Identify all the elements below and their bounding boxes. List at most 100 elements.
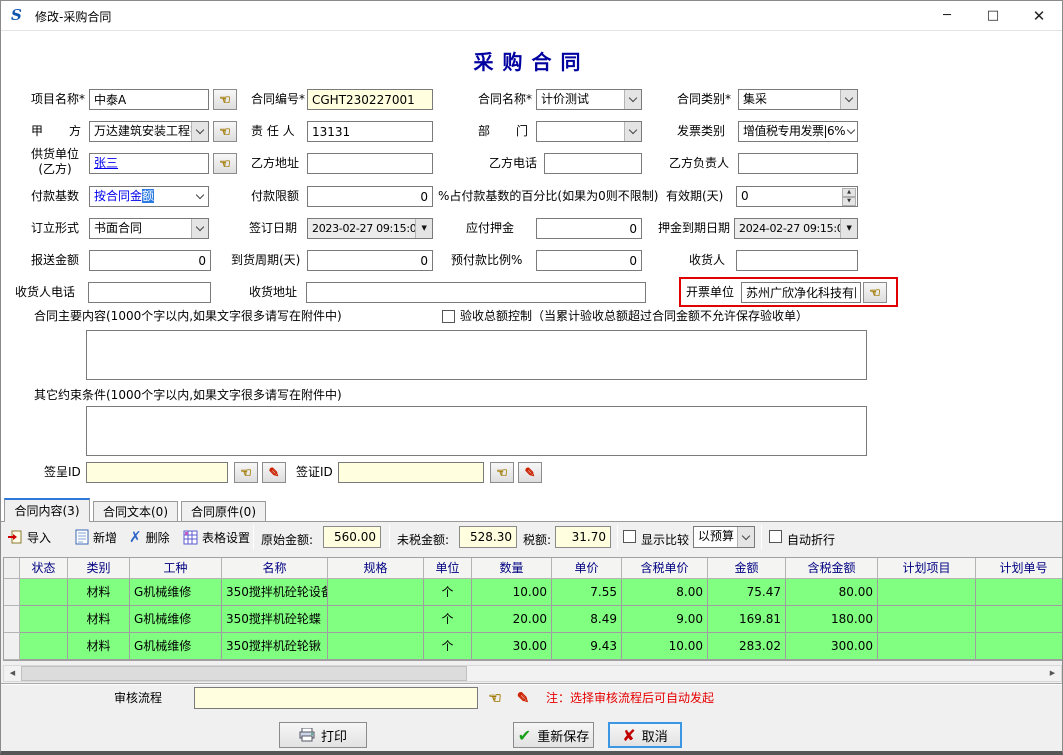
qiancheng-lookup-button[interactable]: ☜: [234, 462, 258, 483]
cell[interactable]: [976, 633, 1062, 660]
resave-button[interactable]: ✔ 重新保存: [513, 722, 594, 748]
supplier-input[interactable]: 张三: [89, 153, 209, 174]
tab-contract-original[interactable]: 合同原件(0): [181, 501, 266, 521]
column-header[interactable]: 数量: [472, 558, 552, 579]
cell[interactable]: [878, 606, 976, 633]
cell[interactable]: G机械维修: [130, 579, 222, 606]
supplier-lookup-button[interactable]: ☜: [213, 153, 237, 174]
cell[interactable]: G机械维修: [130, 606, 222, 633]
cell[interactable]: 10.00: [472, 579, 552, 606]
table-settings-button[interactable]: 表格设置: [183, 525, 250, 549]
row-selector[interactable]: [4, 579, 20, 606]
cell[interactable]: 材料: [68, 579, 130, 606]
spinner[interactable]: ▲▼: [842, 188, 856, 205]
autowrap-checkbox[interactable]: [769, 530, 782, 543]
minimize-button[interactable]: ─: [924, 1, 970, 31]
cell[interactable]: 20.00: [472, 606, 552, 633]
cell[interactable]: [878, 579, 976, 606]
cell[interactable]: 350搅拌机砼轮蝶: [222, 606, 328, 633]
column-header[interactable]: 金额: [708, 558, 786, 579]
cell[interactable]: [328, 579, 424, 606]
qianzheng-edit-button[interactable]: ✎: [518, 462, 542, 483]
invoice-unit-input[interactable]: [741, 282, 861, 303]
project-name-input[interactable]: [89, 89, 209, 110]
contract-no-input[interactable]: [307, 89, 433, 110]
cell[interactable]: 7.55: [552, 579, 622, 606]
maximize-button[interactable]: □: [970, 1, 1016, 31]
qianzheng-lookup-button[interactable]: ☜: [490, 462, 514, 483]
workflow-edit-button[interactable]: ✎: [511, 688, 535, 709]
cell[interactable]: 350搅拌机砼轮锹: [222, 633, 328, 660]
contract-name-select[interactable]: 计价测试: [536, 89, 642, 110]
column-header[interactable]: 单价: [552, 558, 622, 579]
column-header[interactable]: 计划项目: [878, 558, 976, 579]
print-button[interactable]: 打印: [279, 722, 367, 748]
show-compare-checkbox[interactable]: [623, 530, 636, 543]
cell[interactable]: 75.47: [708, 579, 786, 606]
sign-date-picker[interactable]: 2023-02-27 09:15:0 ▼: [307, 218, 433, 239]
close-button[interactable]: ✕: [1016, 1, 1062, 31]
other-terms-textarea[interactable]: [86, 406, 867, 456]
cell[interactable]: [878, 633, 976, 660]
column-header[interactable]: 单位: [424, 558, 472, 579]
table-row[interactable]: 材料G机械维修350搅拌机砼轮蝶个20.008.499.00169.81180.…: [4, 606, 1062, 633]
cell[interactable]: 9.43: [552, 633, 622, 660]
receive-address-input[interactable]: [306, 282, 646, 303]
qiancheng-edit-button[interactable]: ✎: [262, 462, 286, 483]
responsible-input[interactable]: [307, 121, 433, 142]
column-header[interactable]: 含税单价: [622, 558, 708, 579]
delete-row-button[interactable]: ✗ 删除: [129, 525, 170, 549]
prepay-ratio-input[interactable]: [536, 250, 642, 271]
cell[interactable]: [20, 633, 68, 660]
party-a-lookup-button[interactable]: ☜: [213, 121, 237, 142]
receiver-input[interactable]: [736, 250, 858, 271]
column-header[interactable]: 工种: [130, 558, 222, 579]
cell[interactable]: 180.00: [786, 606, 878, 633]
cell[interactable]: G机械维修: [130, 633, 222, 660]
main-content-textarea[interactable]: [86, 330, 867, 380]
receiver-phone-input[interactable]: [88, 282, 211, 303]
party-b-manager-input[interactable]: [738, 153, 858, 174]
cell[interactable]: 283.02: [708, 633, 786, 660]
workflow-input[interactable]: [194, 687, 478, 709]
cell[interactable]: 30.00: [472, 633, 552, 660]
cell[interactable]: 9.00: [622, 606, 708, 633]
delivery-cycle-input[interactable]: [307, 250, 433, 271]
scroll-left-button[interactable]: ◀: [4, 666, 21, 681]
cell[interactable]: 10.00: [622, 633, 708, 660]
deposit-due-picker[interactable]: 2024-02-27 09:15:0 ▼: [734, 218, 858, 239]
cell[interactable]: 8.00: [622, 579, 708, 606]
cancel-button[interactable]: ✘ 取消: [608, 722, 682, 748]
cell[interactable]: [328, 606, 424, 633]
cell[interactable]: 8.49: [552, 606, 622, 633]
scrollbar-thumb[interactable]: [21, 666, 467, 681]
column-header[interactable]: 类别: [68, 558, 130, 579]
cell[interactable]: 材料: [68, 606, 130, 633]
cell[interactable]: 169.81: [708, 606, 786, 633]
payment-limit-input[interactable]: [307, 186, 433, 207]
invoice-unit-lookup-button[interactable]: ☜: [863, 282, 887, 303]
compare-mode-select[interactable]: 以预算: [693, 526, 755, 548]
qiancheng-id-input[interactable]: [86, 462, 228, 483]
horizontal-scrollbar[interactable]: ◀ ▶: [3, 665, 1062, 682]
import-button[interactable]: 导入: [7, 525, 51, 549]
cell[interactable]: 个: [424, 633, 472, 660]
workflow-lookup-button[interactable]: ☜: [483, 688, 507, 709]
cell[interactable]: [20, 606, 68, 633]
column-header[interactable]: 状态: [20, 558, 68, 579]
cell[interactable]: 350搅拌机砼轮设备: [222, 579, 328, 606]
contract-type-select[interactable]: 集采: [738, 89, 858, 110]
invoice-type-select[interactable]: 增值税专用发票|6%: [738, 121, 858, 142]
column-header[interactable]: 计划单号: [976, 558, 1062, 579]
party-b-address-input[interactable]: [307, 153, 433, 174]
add-row-button[interactable]: 新增: [75, 525, 117, 549]
cell[interactable]: 个: [424, 579, 472, 606]
scroll-right-button[interactable]: ▶: [1044, 666, 1061, 681]
party-a-select[interactable]: 万达建筑安装工程有: [89, 121, 209, 142]
column-header[interactable]: 规格: [328, 558, 424, 579]
cell[interactable]: 80.00: [786, 579, 878, 606]
party-b-phone-input[interactable]: [544, 153, 642, 174]
project-lookup-button[interactable]: ☜: [213, 89, 237, 110]
table-row[interactable]: 材料G机械维修350搅拌机砼轮锹个30.009.4310.00283.02300…: [4, 633, 1062, 660]
payment-base-select[interactable]: 按合同金额: [89, 186, 209, 207]
